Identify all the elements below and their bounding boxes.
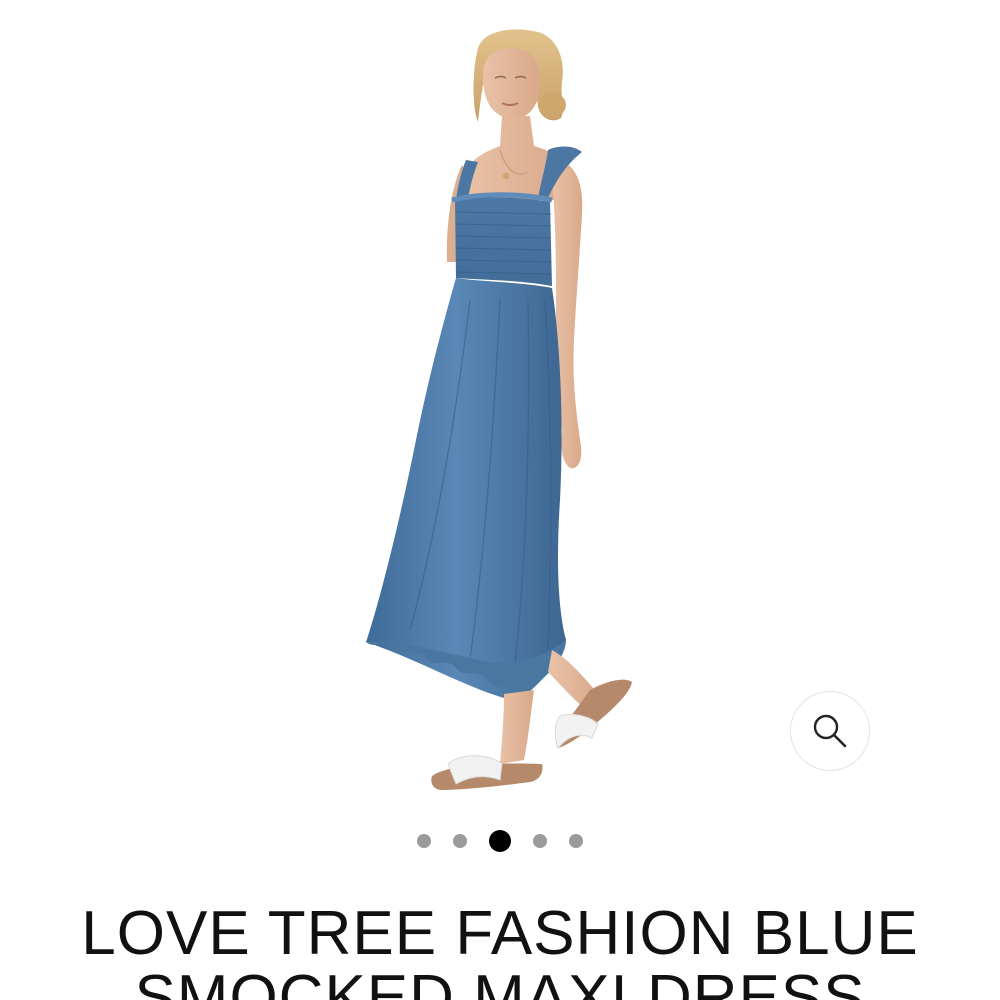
gallery-pagination [0, 829, 1000, 853]
product-image-gallery[interactable] [0, 0, 1000, 810]
zoom-button[interactable] [790, 691, 870, 771]
gallery-dot-2[interactable] [453, 834, 467, 848]
product-page: LOVE TREE FASHION BLUE SMOCKED MAXI DRES… [0, 0, 1000, 1000]
gallery-dot-3[interactable] [489, 830, 511, 852]
product-photo[interactable] [330, 20, 670, 800]
gallery-dot-4[interactable] [533, 834, 547, 848]
magnifier-icon [813, 714, 847, 748]
product-title: LOVE TREE FASHION BLUE SMOCKED MAXI DRES… [81, 899, 919, 1000]
gallery-dot-5[interactable] [569, 834, 583, 848]
gallery-dot-1[interactable] [417, 834, 431, 848]
